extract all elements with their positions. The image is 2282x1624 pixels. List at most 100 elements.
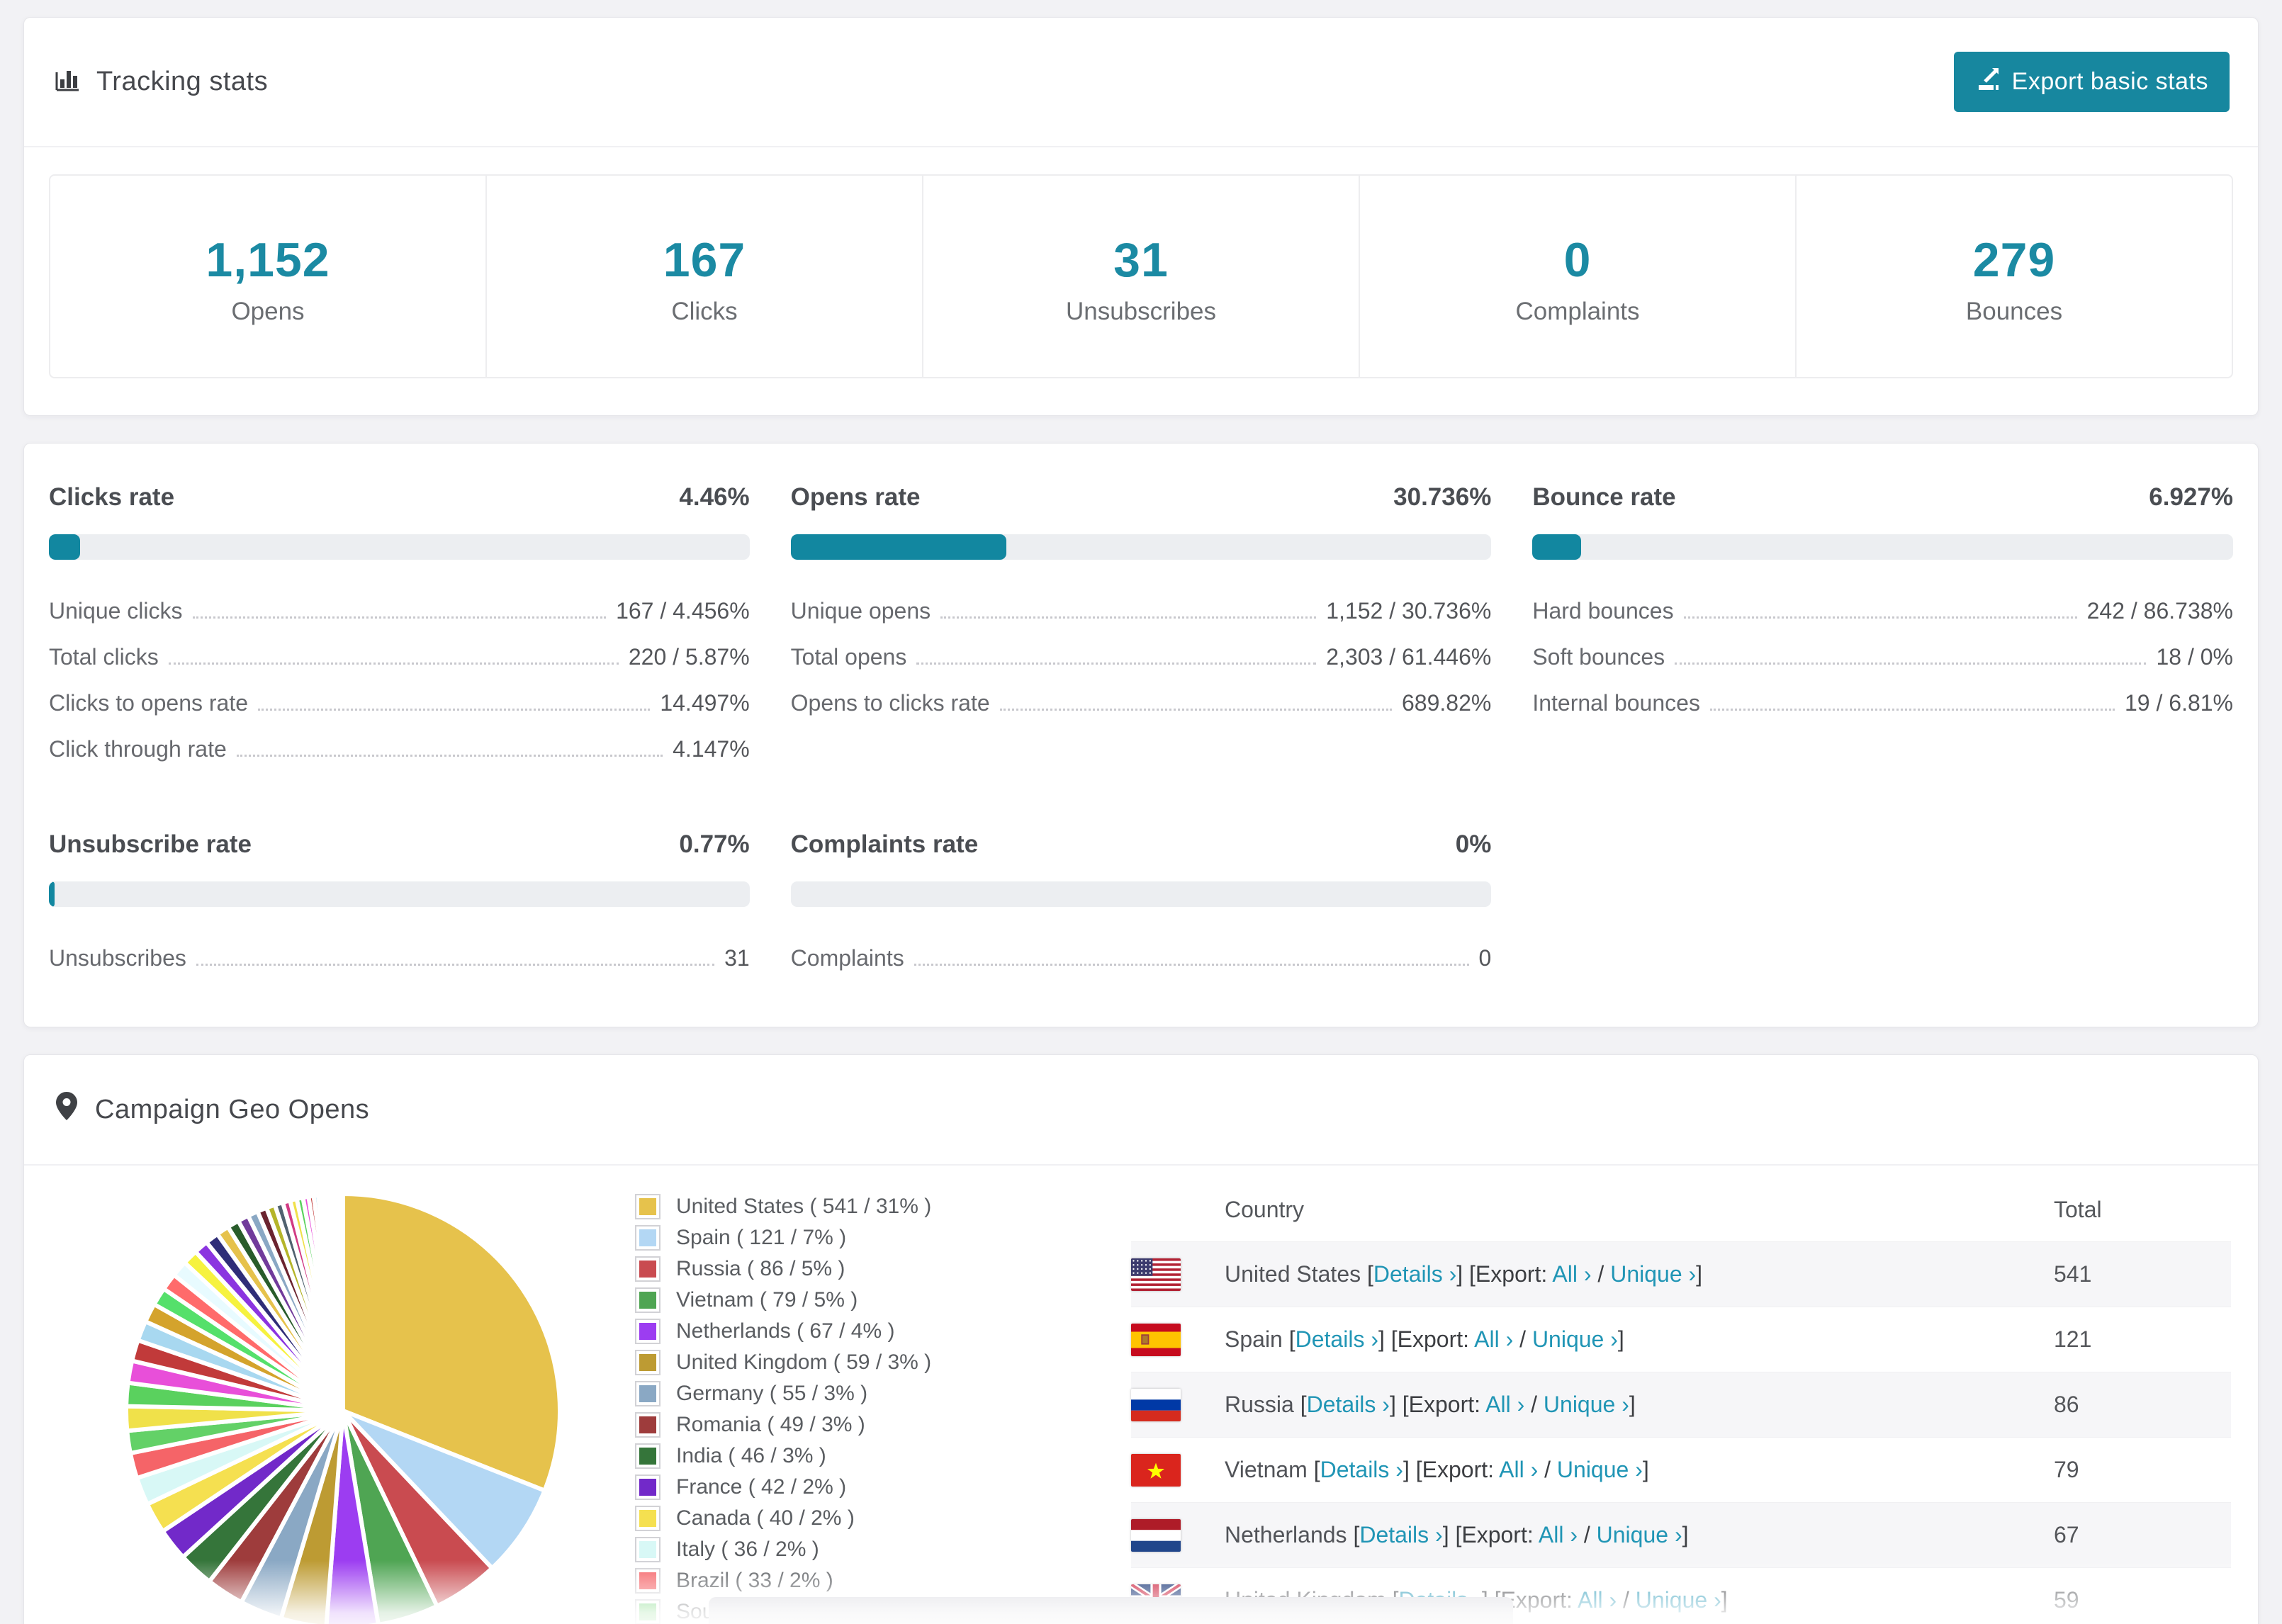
bracket: ] (1696, 1261, 1703, 1287)
export-unique-link[interactable]: Unique › (1636, 1587, 1721, 1613)
dotted-leader (999, 709, 1392, 711)
rate-block-clicks-rate: Clicks rate 4.46% Unique clicks 167 / 4.456… (49, 483, 750, 772)
legend-swatch (635, 1350, 661, 1375)
vn-flag-icon (1131, 1453, 1181, 1487)
details-link[interactable]: Details › (1295, 1326, 1378, 1352)
stat-label: Opens (231, 298, 305, 325)
legend-item: Netherlands ( 67 / 4% ) (635, 1316, 1032, 1347)
clicks-rate-value: 4.46% (679, 483, 750, 511)
export-unique-link[interactable]: Unique › (1557, 1457, 1643, 1482)
export-all-link[interactable]: All › (1539, 1522, 1578, 1547)
country-name: United States (1225, 1261, 1361, 1287)
total-cell: 59 (2054, 1587, 2079, 1613)
tracking-stats-header: Tracking stats Export basic stats (24, 18, 2258, 146)
stat-line-label: Total clicks (49, 644, 159, 670)
export-unique-link[interactable]: Unique › (1544, 1392, 1629, 1417)
export-all-link[interactable]: All › (1578, 1587, 1617, 1613)
stat-label: Bounces (1965, 298, 2063, 325)
legend-label: United States ( 541 / 31% ) (676, 1195, 932, 1218)
stat-cell-complaints: 0 Complaints (1360, 176, 1797, 377)
bar-chart-icon (52, 64, 82, 101)
export-all-link[interactable]: All › (1552, 1261, 1591, 1287)
slash: / (1538, 1457, 1557, 1482)
total-cell: 67 (2054, 1522, 2079, 1547)
legend-item: Italy ( 36 / 2% ) (635, 1534, 1032, 1565)
bounce-rate-progress-bar (1532, 534, 2233, 560)
export-unique-link[interactable]: Unique › (1610, 1261, 1696, 1287)
stat-line-label: Opens to clicks rate (790, 690, 990, 716)
export-unique-link[interactable]: Unique › (1597, 1522, 1682, 1547)
export-unique-link[interactable]: Unique › (1532, 1326, 1618, 1352)
total-cell: 121 (2054, 1326, 2092, 1352)
legend-swatch (635, 1225, 661, 1251)
country-cell: Vietnam [Details ›] [Export: All › / Uni… (1225, 1457, 2054, 1483)
page-title: Tracking stats (96, 67, 269, 96)
horizontal-scrollbar-thumb[interactable] (709, 1597, 1513, 1624)
stat-line-value: 2,303 / 61.446% (1326, 644, 1492, 670)
bracket: ] [ (1403, 1457, 1422, 1482)
stat-line-value: 242 / 86.738% (2086, 598, 2233, 624)
legend-label: India ( 46 / 3% ) (676, 1444, 826, 1467)
export-basic-stats-button[interactable]: Export basic stats (1953, 52, 2230, 112)
export-all-link[interactable]: All › (1499, 1457, 1538, 1482)
stat-line-label: Total opens (790, 644, 907, 670)
dotted-leader (258, 709, 651, 711)
stat-value: 279 (1972, 233, 2056, 287)
bracket: ] [ (1389, 1392, 1409, 1417)
slash: / (1577, 1522, 1597, 1547)
bracket: ] [ (1442, 1522, 1462, 1547)
stat-line-label: Unique clicks (49, 598, 183, 624)
country-name: Russia (1225, 1392, 1294, 1417)
details-link[interactable]: Details › (1307, 1392, 1390, 1417)
rates-card: Clicks rate 4.46% Unique clicks 167 / 4.456… (23, 443, 2259, 1027)
geo-opens-card: Campaign Geo Opens United States ( 541 /… (23, 1054, 2259, 1624)
rate-block-bounce-rate: Bounce rate 6.927% Hard bounces 242 / 86.73… (1532, 483, 2233, 772)
ru-flag-icon (1131, 1388, 1181, 1421)
table-row-nl: Netherlands [Details ›] [Export: All › /… (1131, 1502, 2231, 1567)
complaints-rate-title: Complaints rate (790, 830, 979, 858)
dotted-leader (196, 964, 715, 966)
geo-pie-chart[interactable] (116, 1184, 570, 1624)
clicks-rate-title: Clicks rate (49, 483, 175, 511)
export-icon (1975, 66, 2001, 98)
details-link[interactable]: Details › (1373, 1261, 1456, 1287)
stat-line-value: 18 / 0% (2156, 644, 2233, 670)
slash: / (1513, 1326, 1532, 1352)
details-link[interactable]: Details › (1359, 1522, 1442, 1547)
dotted-leader (916, 662, 1317, 665)
stat-line: Total clicks 220 / 5.87% (49, 634, 750, 680)
geo-opens-title: Campaign Geo Opens (52, 1090, 369, 1129)
slash: / (1524, 1392, 1544, 1417)
legend-swatch (635, 1599, 661, 1624)
legend-label: France ( 42 / 2% ) (676, 1475, 847, 1499)
table-header-row: Country Total (1131, 1180, 2231, 1241)
legend-item: France ( 42 / 2% ) (635, 1472, 1032, 1503)
table-row-ru: Russia [Details ›] [Export: All › / Uniq… (1131, 1372, 2231, 1437)
legend-swatch (635, 1443, 661, 1469)
nl-flag-icon (1131, 1518, 1181, 1552)
column-header-country: Country (1225, 1197, 1305, 1222)
legend-label: Canada ( 40 / 2% ) (676, 1506, 855, 1530)
tracking-stats-title: Tracking stats (52, 64, 268, 101)
tracking-stats-card: Tracking stats Export basic stats 1,152 O… (23, 17, 2259, 416)
legend-item: United Kingdom ( 59 / 3% ) (635, 1347, 1032, 1378)
export-all-link[interactable]: All › (1485, 1392, 1524, 1417)
country-name: Vietnam (1225, 1457, 1308, 1482)
details-link[interactable]: Details › (1320, 1457, 1403, 1482)
stat-line-label: Clicks to opens rate (49, 690, 249, 716)
table-row-us: United States [Details ›] [Export: All ›… (1131, 1241, 2231, 1307)
export-all-link[interactable]: All › (1474, 1326, 1513, 1352)
export-label: Export: (1408, 1392, 1486, 1417)
stat-value: 31 (1113, 233, 1169, 287)
legend-item: Russia ( 86 / 5% ) (635, 1253, 1032, 1285)
stat-line-label: Unique opens (790, 598, 931, 624)
legend-item: Canada ( 40 / 2% ) (635, 1503, 1032, 1534)
legend-item: Romania ( 49 / 3% ) (635, 1409, 1032, 1440)
dotted-leader (168, 662, 619, 665)
export-label: Export: (1422, 1457, 1500, 1482)
country-cell: United States [Details ›] [Export: All ›… (1225, 1261, 2054, 1287)
stat-line-label: Soft bounces (1532, 644, 1665, 670)
summary-stats-row: 1,152 Opens 167 Clicks 31 Unsubscribes 0 Compla… (49, 174, 2233, 378)
stat-line-value: 19 / 6.81% (2125, 690, 2233, 716)
rate-block-opens-rate: Opens rate 30.736% Unique opens 1,152 / 30.… (790, 483, 1492, 772)
